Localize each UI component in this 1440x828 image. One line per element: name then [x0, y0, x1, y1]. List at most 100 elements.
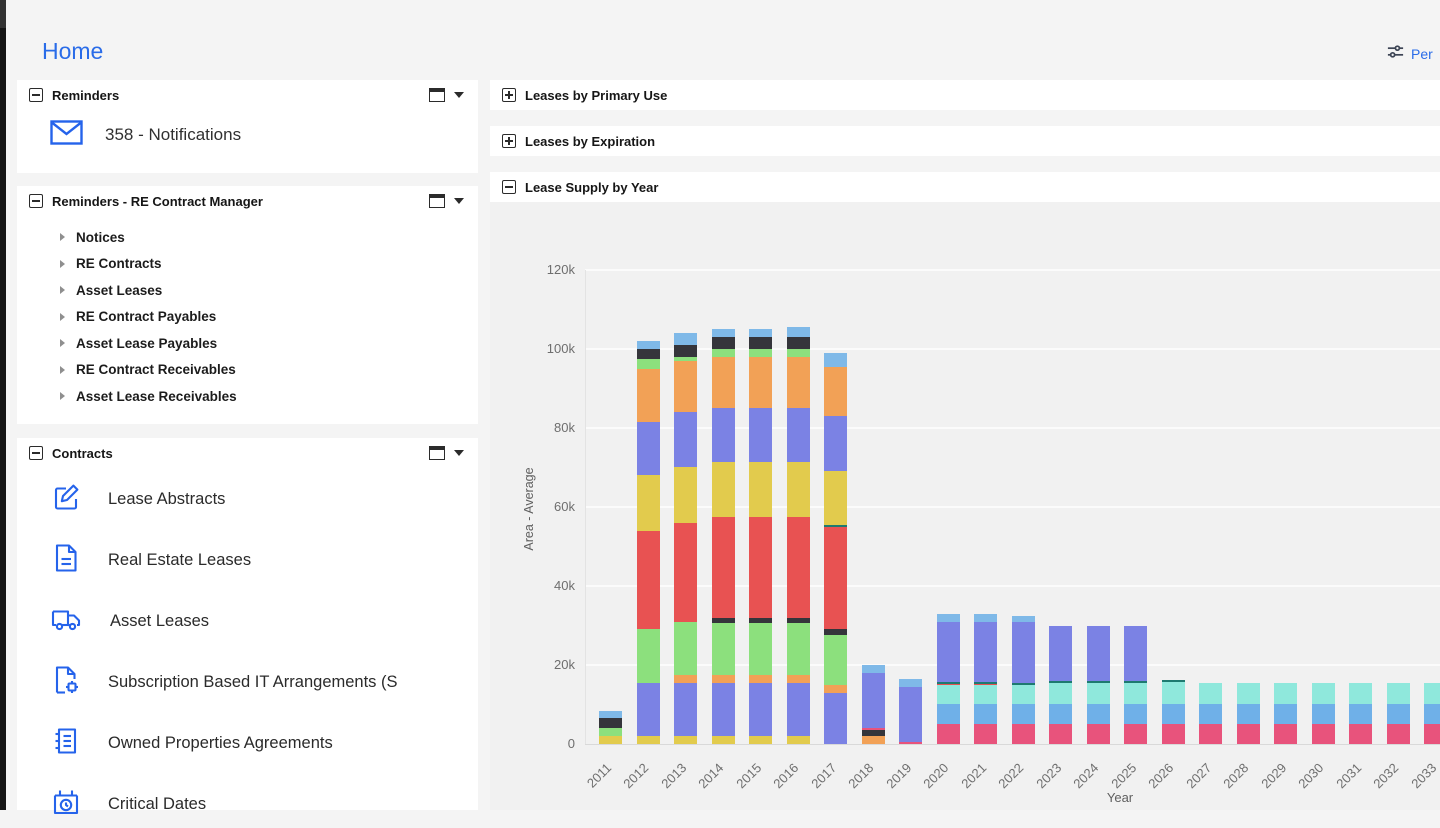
maximize-icon[interactable]	[429, 446, 445, 460]
reminder-category-item[interactable]: RE Contract Receivables	[17, 357, 478, 384]
caret-right-icon[interactable]	[60, 313, 65, 321]
bar-segment-lightblue	[899, 679, 922, 687]
bar-segment-periwinkle	[862, 673, 885, 728]
bar-segment-periwinkle	[824, 693, 847, 744]
caret-right-icon[interactable]	[60, 233, 65, 241]
stacked-bar-2030[interactable]	[1312, 683, 1335, 744]
personalize-button[interactable]: Per	[1386, 42, 1433, 66]
bar-segment-red	[637, 531, 660, 630]
stacked-bar-2032[interactable]	[1387, 683, 1410, 744]
bar-segment-cyan	[1124, 683, 1147, 705]
stacked-bar-2016[interactable]	[787, 327, 810, 744]
stacked-bar-2019[interactable]	[899, 679, 922, 744]
panel-leases-by-primary-use-header[interactable]: Leases by Primary Use	[490, 80, 1440, 110]
reminder-category-item[interactable]: RE Contract Payables	[17, 304, 478, 331]
collapse-icon[interactable]	[29, 88, 43, 102]
contract-link-item[interactable]: Real Estate Leases	[50, 536, 251, 584]
page-title[interactable]: Home	[42, 38, 103, 65]
reminder-category-item[interactable]: Asset Leases	[17, 277, 478, 304]
reminder-category-item[interactable]: Asset Lease Payables	[17, 330, 478, 357]
stacked-bar-2018[interactable]	[862, 665, 885, 744]
bar-segment-periwinkle	[937, 622, 960, 682]
stacked-bar-2033[interactable]	[1424, 683, 1440, 744]
contract-link-label: Asset Leases	[110, 612, 209, 631]
bar-segment-pink	[1012, 724, 1035, 744]
collapse-icon[interactable]	[502, 180, 516, 194]
reminder-category-item[interactable]: RE Contracts	[17, 251, 478, 278]
reminder-category-item[interactable]: Asset Lease Receivables	[17, 383, 478, 410]
stacked-bar-2021[interactable]	[974, 614, 997, 744]
maximize-icon[interactable]	[429, 88, 445, 102]
stacked-bar-2024[interactable]	[1087, 626, 1110, 744]
x-axis-tick-label: 2032	[1358, 760, 1401, 803]
x-axis-tick-label: 2013	[646, 760, 689, 803]
bar-segment-medblue	[1387, 704, 1410, 724]
stacked-bar-2022[interactable]	[1012, 616, 1035, 744]
stacked-bar-2026[interactable]	[1162, 680, 1185, 744]
contract-link-item[interactable]: Asset Leases	[50, 597, 209, 645]
stacked-bar-2028[interactable]	[1237, 683, 1260, 744]
bar-segment-lightblue	[599, 711, 622, 718]
bar-segment-pink	[1162, 724, 1185, 744]
caret-right-icon[interactable]	[60, 286, 65, 294]
bar-segment-cyan	[1199, 683, 1222, 705]
stacked-bar-2011[interactable]	[599, 711, 622, 744]
bar-segment-yellow	[599, 736, 622, 744]
bar-segment-medblue	[1349, 704, 1372, 724]
bar-segment-periwinkle	[1049, 626, 1072, 682]
stacked-bar-2013[interactable]	[674, 333, 697, 744]
bar-segment-pink	[1424, 724, 1440, 744]
panel-reminders-manager-header[interactable]: Reminders - RE Contract Manager	[17, 186, 478, 216]
stacked-bar-2012[interactable]	[637, 341, 660, 744]
chevron-down-icon[interactable]	[454, 92, 464, 98]
expand-icon[interactable]	[502, 88, 516, 102]
panel-lease-supply-by-year-header[interactable]: Lease Supply by Year	[490, 172, 1440, 202]
bar-segment-cyan	[1387, 683, 1410, 705]
caret-right-icon[interactable]	[60, 260, 65, 268]
expand-icon[interactable]	[502, 134, 516, 148]
document-icon	[50, 542, 82, 579]
collapsed-nav-strip[interactable]	[0, 0, 6, 810]
collapse-icon[interactable]	[29, 194, 43, 208]
contract-link-item[interactable]: Owned Properties Agreements	[50, 719, 333, 767]
stacked-bar-2014[interactable]	[712, 329, 735, 744]
notifications-link[interactable]: 358 - Notifications	[50, 120, 241, 150]
caret-right-icon[interactable]	[60, 339, 65, 347]
contract-link-label: Subscription Based IT Arrangements (S	[108, 673, 398, 692]
panel-reminders-header[interactable]: Reminders	[17, 80, 478, 110]
panel-leases-by-expiration-header[interactable]: Leases by Expiration	[490, 126, 1440, 156]
stacked-bar-2020[interactable]	[937, 614, 960, 744]
bar-segment-medblue	[1237, 704, 1260, 724]
bar-segment-yellow	[787, 736, 810, 744]
y-axis-tick-label: 100k	[505, 341, 575, 356]
stacked-bar-2025[interactable]	[1124, 626, 1147, 744]
stacked-bar-2017[interactable]	[824, 353, 847, 744]
bar-segment-lightblue	[637, 341, 660, 349]
collapse-icon[interactable]	[29, 446, 43, 460]
stacked-bar-2015[interactable]	[749, 329, 772, 744]
truck-icon	[50, 603, 84, 640]
bar-segment-lightblue	[974, 614, 997, 622]
notifications-count-label: 358 - Notifications	[105, 125, 241, 145]
stacked-bar-2029[interactable]	[1274, 683, 1297, 744]
panel-contracts-header[interactable]: Contracts	[17, 438, 478, 468]
caret-right-icon[interactable]	[60, 392, 65, 400]
panel-reminders: Reminders 358 - Notifications	[17, 80, 478, 173]
maximize-icon[interactable]	[429, 194, 445, 208]
caret-right-icon[interactable]	[60, 366, 65, 374]
reminder-category-item[interactable]: Notices	[17, 224, 478, 251]
personalize-label: Per	[1411, 46, 1433, 62]
x-axis-tick-label: 2016	[758, 760, 801, 803]
lease-supply-chart: 020k40k60k80k100k120kArea - Average20112…	[490, 202, 1440, 810]
stacked-bar-2023[interactable]	[1049, 626, 1072, 744]
stacked-bar-2031[interactable]	[1349, 683, 1372, 744]
bar-segment-orange	[824, 685, 847, 693]
chevron-down-icon[interactable]	[454, 450, 464, 456]
contract-link-item[interactable]: Lease Abstracts	[50, 475, 225, 523]
stacked-bar-2027[interactable]	[1199, 683, 1222, 744]
contract-link-item[interactable]: Critical Dates	[50, 780, 206, 828]
contract-link-label: Owned Properties Agreements	[108, 734, 333, 753]
contract-link-item[interactable]: Subscription Based IT Arrangements (S	[50, 658, 398, 706]
bar-segment-orange	[712, 675, 735, 683]
chevron-down-icon[interactable]	[454, 198, 464, 204]
